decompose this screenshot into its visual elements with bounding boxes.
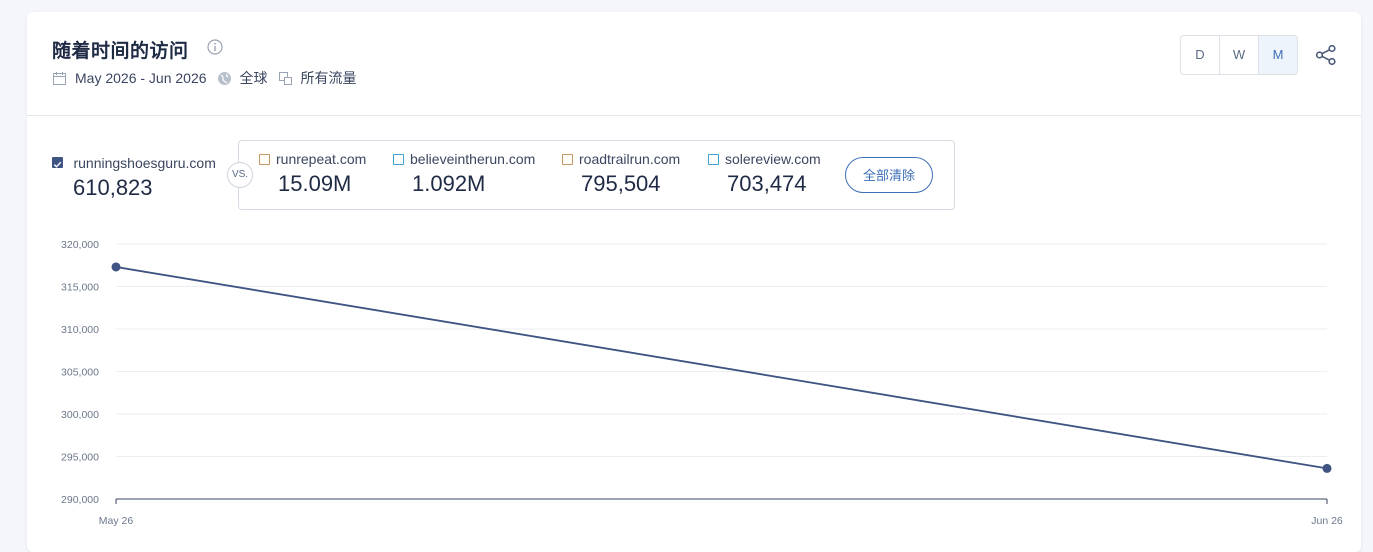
y-tick-label: 305,000 [61, 367, 99, 379]
y-tick-label: 295,000 [61, 452, 99, 464]
visits-over-time-card: 随着时间的访问 May 2026 - Jun 2026 全球 所有流量 D W … [27, 12, 1361, 552]
y-tick-label: 315,000 [61, 282, 99, 294]
data-point [111, 262, 121, 272]
y-tick-label: 300,000 [61, 409, 99, 421]
y-tick-label: 310,000 [61, 324, 99, 336]
x-tick-label: Jun 26 [1311, 515, 1343, 527]
data-point [1322, 463, 1332, 473]
series-line [115, 266, 1328, 470]
y-tick-label: 320,000 [61, 239, 99, 251]
vs-badge: VS. [227, 162, 253, 188]
visits-line-chart: 320,000 315,000 310,000 305,000 300,000 295,0… [61, 239, 1343, 527]
x-tick-label: May 26 [99, 515, 134, 527]
y-tick-label: 290,000 [61, 494, 99, 506]
